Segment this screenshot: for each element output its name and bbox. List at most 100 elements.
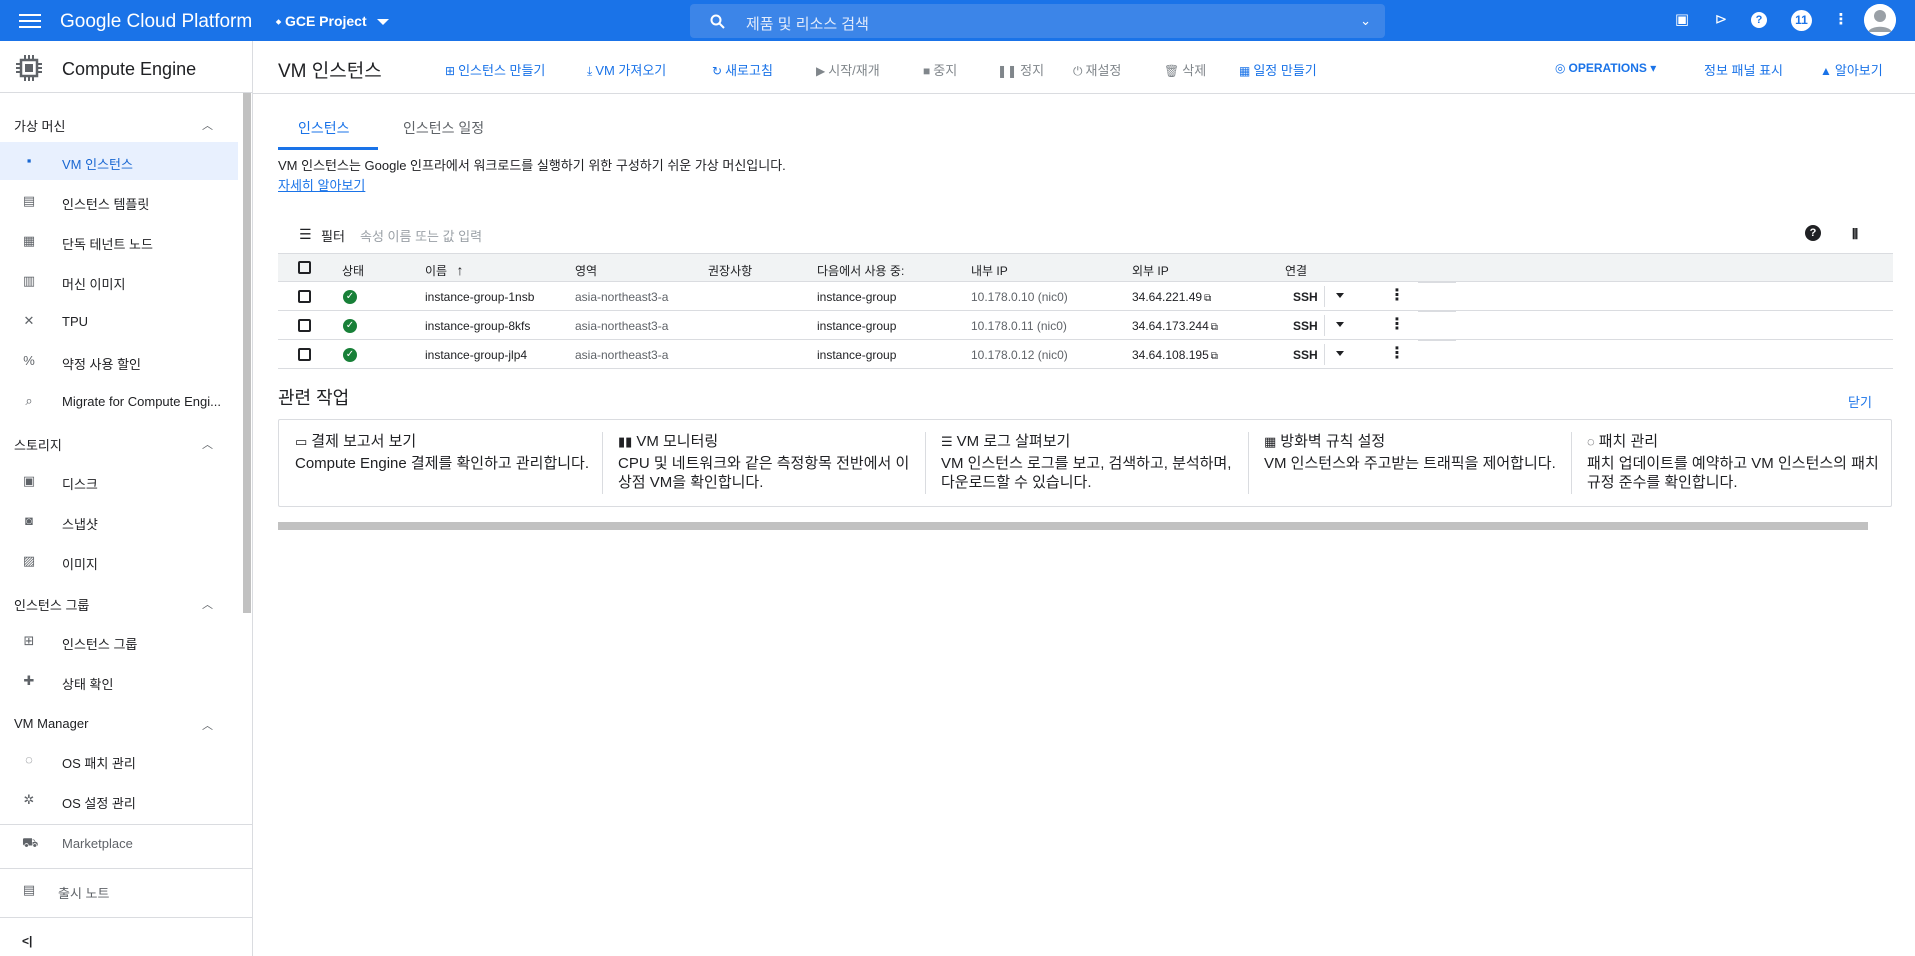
sidebar-item-disks[interactable]: ▣ 디스크 <box>0 462 238 500</box>
sidebar-item-instance-templates[interactable]: ▤ 인스턴스 템플릿 <box>0 182 238 220</box>
column-display-icon[interactable]: ⦀ <box>1852 226 1858 243</box>
info-panel-button[interactable]: 정보 패널 표시 <box>1704 60 1783 79</box>
sidebar-item-committed-use[interactable]: % 약정 사용 할인 <box>0 342 238 380</box>
search-input[interactable]: 제품 및 리소스 검색 <box>746 13 869 34</box>
horizontal-scrollbar[interactable] <box>278 522 1868 530</box>
related-card-billing[interactable]: ▭ 결제 보고서 보기 Compute Engine 결제를 확인하고 관리합니다… <box>279 420 601 506</box>
sidebar-item-tpu[interactable]: ✕ TPU <box>0 302 238 340</box>
chevron-up-icon[interactable]: ︿ <box>202 117 213 133</box>
more-vert-icon[interactable]: ⋮ <box>1831 10 1851 30</box>
help-icon[interactable]: ? <box>1805 225 1821 241</box>
filter-input[interactable]: 속성 이름 또는 값 입력 <box>360 226 482 245</box>
ssh-button[interactable]: SSH <box>1293 319 1318 333</box>
sidebar-item-marketplace[interactable]: ⛟ Marketplace <box>0 824 238 862</box>
more-vert-icon[interactable]: ⋮ <box>1389 316 1405 334</box>
avatar[interactable] <box>1864 4 1896 36</box>
instances-table: 상태 이름 ↑ 영역 권장사항 다음에서 사용 중: 내부 IP 외부 IP 연… <box>278 253 1893 369</box>
ssh-button[interactable]: SSH <box>1293 348 1318 362</box>
reset-button[interactable]: ⏻ 재설정 <box>1073 60 1121 79</box>
sidebar-item-os-patch[interactable]: ◌ OS 패치 관리 <box>0 741 238 779</box>
instance-in-use-by[interactable]: instance-group <box>817 319 896 333</box>
column-zone[interactable]: 영역 <box>575 262 597 279</box>
search-bar[interactable]: 제품 및 리소스 검색 ⌄ <box>690 4 1385 38</box>
create-instance-button[interactable]: ⊞ 인스턴스 만들기 <box>445 60 545 79</box>
chevron-up-icon[interactable]: ︿ <box>202 596 213 612</box>
sidebar-item-os-config[interactable]: ✲ OS 설정 관리 <box>0 781 238 819</box>
sidebar-item-sole-tenant-nodes[interactable]: ▦ 단독 테넌트 노드 <box>0 222 238 260</box>
close-related-button[interactable]: 닫기 <box>1848 392 1872 411</box>
operations-button[interactable]: ◎ OPERATIONS ▾ <box>1555 61 1656 75</box>
sidebar-item-machine-images[interactable]: ▥ 머신 이미지 <box>0 262 238 300</box>
related-card-monitoring[interactable]: ▮▮ VM 모니터링 CPU 및 네트워크와 같은 측정항목 전반에서 이상점 V… <box>602 420 924 506</box>
filter-icon[interactable]: ☰ <box>299 226 312 243</box>
column-recommendation[interactable]: 권장사항 <box>708 262 752 279</box>
column-external-ip[interactable]: 외부 IP <box>1132 262 1169 279</box>
column-in-use-by[interactable]: 다음에서 사용 중: <box>817 262 904 279</box>
button-label: OPERATIONS <box>1568 61 1647 75</box>
row-checkbox[interactable] <box>298 348 311 361</box>
ssh-dropdown-icon[interactable] <box>1336 293 1344 298</box>
external-ip[interactable]: 34.64.221.49 ⧉ <box>1132 290 1211 304</box>
download-icon: ⤓ <box>587 64 593 78</box>
sidebar-header: Compute Engine <box>0 41 253 93</box>
refresh-button[interactable]: ↻ 새로고침 <box>712 60 773 79</box>
ssh-button[interactable]: SSH <box>1293 290 1318 304</box>
column-connect[interactable]: 연결 <box>1285 262 1307 279</box>
related-card-logs[interactable]: ☰ VM 로그 살펴보기 VM 인스턴스 로그를 보고, 검색하고, 분석하며, … <box>925 420 1247 506</box>
learn-button[interactable]: ▲ 알아보기 <box>1820 60 1883 79</box>
related-card-firewall[interactable]: ▦ 방화벽 규칙 설정 VM 인스턴스와 주고받는 트래픽을 제어합니다. <box>1248 420 1570 506</box>
sidebar-item-snapshots[interactable]: ◙ 스냅샷 <box>0 502 238 540</box>
column-internal-ip[interactable]: 내부 IP <box>971 262 1008 279</box>
gift-icon[interactable]: ▣ <box>1672 10 1692 30</box>
cloud-shell-icon[interactable]: ⊳ <box>1711 10 1731 30</box>
chevron-up-icon[interactable]: ︿ <box>202 717 213 733</box>
create-schedule-button[interactable]: ▦ 일정 만들기 <box>1239 60 1317 79</box>
ssh-dropdown-icon[interactable] <box>1336 351 1344 356</box>
divider <box>1324 315 1325 336</box>
help-icon[interactable]: ? <box>1751 12 1767 28</box>
notifications-badge[interactable]: 11 <box>1791 10 1812 31</box>
gcp-logo[interactable]: Google Cloud Platform <box>60 11 252 33</box>
select-all-checkbox[interactable] <box>298 261 311 274</box>
column-name[interactable]: 이름 ↑ <box>425 262 463 279</box>
stop-button[interactable]: ■ 중지 <box>923 60 957 79</box>
chevron-up-icon[interactable]: ︿ <box>202 436 213 452</box>
import-vm-button[interactable]: ⤓ VM 가져오기 <box>587 60 666 79</box>
sidebar-item-migrate[interactable]: ⌕ Migrate for Compute Engi... <box>0 382 238 420</box>
row-checkbox[interactable] <box>298 290 311 303</box>
sidebar-item-images[interactable]: ▨ 이미지 <box>0 542 238 580</box>
card-title: VM 로그 살펴보기 <box>956 433 1071 450</box>
start-resume-button[interactable]: ▶ 시작/재개 <box>816 60 880 79</box>
row-checkbox[interactable] <box>298 319 311 332</box>
sidebar-item-release-notes[interactable]: ▤ 출시 노트 <box>0 871 238 909</box>
collapse-sidebar-icon[interactable]: <| <box>22 934 32 948</box>
suspend-button[interactable]: ❚❚ 정지 <box>997 60 1044 79</box>
external-ip[interactable]: 34.64.108.195 ⧉ <box>1132 348 1218 362</box>
nic-label[interactable]: (nic0) <box>1038 348 1068 362</box>
sidebar-item-health-checks[interactable]: ✚ 상태 확인 <box>0 662 238 700</box>
column-status[interactable]: 상태 <box>342 262 364 279</box>
instance-name[interactable]: instance-group-1nsb <box>425 290 534 304</box>
instance-name[interactable]: instance-group-8kfs <box>425 319 530 333</box>
more-vert-icon[interactable]: ⋮ <box>1389 287 1405 305</box>
tab-instance-schedules[interactable]: 인스턴스 일정 <box>403 118 484 150</box>
learn-more-link[interactable]: 자세히 알아보기 <box>278 178 365 193</box>
nic-label[interactable]: (nic0) <box>1038 290 1068 304</box>
project-selector[interactable]: ⬩ GCE Project <box>276 13 389 30</box>
ssh-dropdown-icon[interactable] <box>1336 322 1344 327</box>
instance-in-use-by[interactable]: instance-group <box>817 348 896 362</box>
tab-instances[interactable]: 인스턴스 <box>278 118 378 150</box>
external-ip[interactable]: 34.64.173.244 ⧉ <box>1132 319 1218 333</box>
template-icon: ▤ <box>22 193 36 208</box>
chevron-down-icon[interactable]: ⌄ <box>1360 13 1371 29</box>
sidebar-item-instance-groups[interactable]: ⊞ 인스턴스 그룹 <box>0 622 238 660</box>
menu-icon[interactable] <box>19 10 41 30</box>
nic-label[interactable]: (nic0) <box>1037 319 1067 333</box>
instance-name[interactable]: instance-group-jlp4 <box>425 348 527 362</box>
more-vert-icon[interactable]: ⋮ <box>1389 345 1405 363</box>
related-card-patch[interactable]: ◌ 패치 관리 패치 업데이트를 예약하고 VM 인스턴스의 패치 규정 준수를 … <box>1571 420 1893 506</box>
sidebar-scrollbar[interactable] <box>243 93 251 613</box>
instance-in-use-by[interactable]: instance-group <box>817 290 896 304</box>
sidebar-item-vm-instances[interactable]: ▪ VM 인스턴스 <box>0 142 238 180</box>
delete-button[interactable]: 🗑 삭제 <box>1164 60 1206 79</box>
